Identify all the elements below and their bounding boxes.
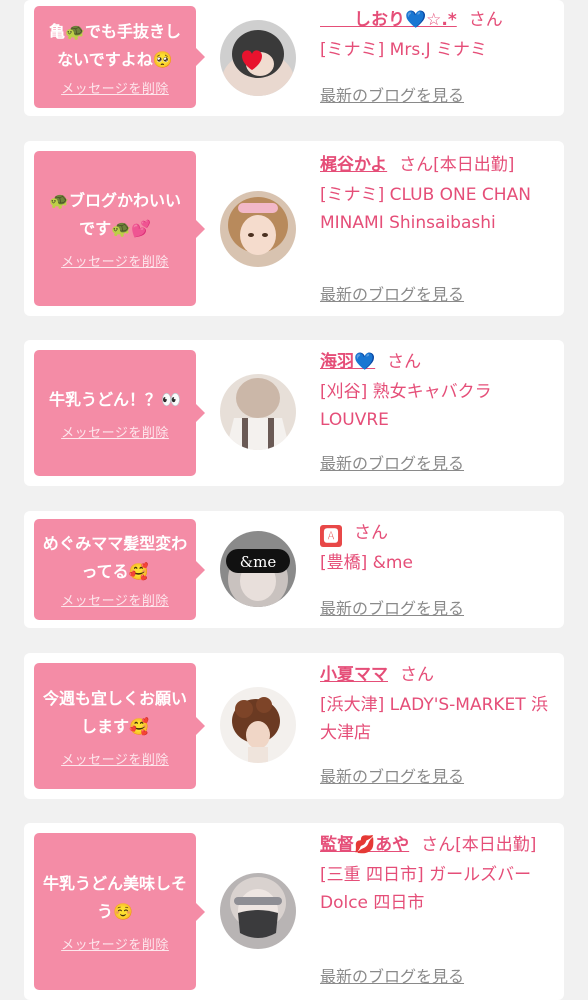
latest-blog-link[interactable]: 最新のブログを見る bbox=[320, 450, 464, 474]
name-suffix: さん bbox=[468, 10, 503, 30]
avatar[interactable] bbox=[220, 374, 296, 450]
name-suffix: さん[本日出勤] bbox=[399, 155, 515, 175]
delete-message-link[interactable]: メッセージを削除 bbox=[61, 78, 169, 97]
shop-name: [ミナミ] CLUB ONE CHAN MINAMI Shinsaibashi bbox=[320, 185, 531, 233]
shop-name: [三重 四日市] ガールズバー Dolce 四日市 bbox=[320, 865, 532, 913]
profile-info: しおり💙☆.* さん [ミナミ] Mrs.J ミナミ bbox=[320, 6, 556, 64]
shop-name: [ミナミ] Mrs.J ミナミ bbox=[320, 40, 488, 60]
message-text: 牛乳うどん！？👀 bbox=[49, 389, 181, 409]
profile-info: 小夏ママ さん [浜大津] LADY'S-MARKET 浜大津店 bbox=[320, 661, 556, 747]
avatar[interactable] bbox=[220, 687, 296, 763]
message-bubble: 亀🐢でも手抜きしないですよね🥺 メッセージを削除 bbox=[34, 6, 205, 108]
latest-blog-link[interactable]: 最新のブログを見る bbox=[320, 963, 464, 987]
profile-info: 海羽💙 さん [刈谷] 熟女キャバクラ LOUVRE bbox=[320, 348, 556, 434]
avatar[interactable] bbox=[220, 191, 296, 267]
message-bubble: 今週も宜しくお願いします🥰 メッセージを削除 bbox=[34, 663, 205, 789]
delete-message-link[interactable]: メッセージを削除 bbox=[61, 749, 169, 768]
avatar[interactable] bbox=[220, 873, 296, 949]
latest-blog-link[interactable]: 最新のブログを見る bbox=[320, 595, 464, 619]
message-text: めぐみママ髪型変わってる🥰 bbox=[42, 534, 188, 581]
message-card: 🐢ブログかわいいです🐢💕 メッセージを削除 梶谷かよ さん[本日出勤] [ミナミ]… bbox=[24, 141, 564, 316]
message-card: 牛乳うどん美味しそう☺️ メッセージを削除 監督💋あや さん[本日出勤] [三重 … bbox=[24, 823, 564, 1000]
svg-text:&me: &me bbox=[240, 553, 277, 571]
delete-message-link[interactable]: メッセージを削除 bbox=[61, 934, 169, 953]
latest-blog-link[interactable]: 最新のブログを見る bbox=[320, 82, 464, 106]
message-text: 亀🐢でも手抜きしないですよね🥺 bbox=[49, 21, 181, 69]
profile-info: 梶谷かよ さん[本日出勤] [ミナミ] CLUB ONE CHAN MINAMI … bbox=[320, 151, 556, 237]
profile-name-link[interactable]: しおり💙☆.* bbox=[320, 10, 457, 30]
profile-name-link[interactable]: 小夏ママ bbox=[320, 665, 388, 685]
message-text: 今週も宜しくお願いします🥰 bbox=[42, 688, 187, 736]
shop-name: [浜大津] LADY'S-MARKET 浜大津店 bbox=[320, 695, 549, 743]
name-suffix: さん bbox=[354, 523, 388, 543]
profile-info: 🅰 さん [豊橋] &me bbox=[320, 519, 556, 577]
delete-message-link[interactable]: メッセージを削除 bbox=[61, 590, 169, 609]
latest-blog-link[interactable]: 最新のブログを見る bbox=[320, 763, 464, 787]
avatar[interactable] bbox=[220, 20, 296, 96]
profile-name-link[interactable]: 🅰 bbox=[320, 525, 342, 547]
profile-info: 監督💋あや さん[本日出勤] [三重 四日市] ガールズバー Dolce 四日市 bbox=[320, 831, 556, 917]
name-suffix: さん bbox=[387, 352, 422, 372]
delete-message-link[interactable]: メッセージを削除 bbox=[61, 422, 169, 441]
profile-name-link[interactable]: 梶谷かよ bbox=[320, 155, 387, 175]
shop-name: [豊橋] &me bbox=[320, 553, 413, 573]
message-text: 🐢ブログかわいいです🐢💕 bbox=[49, 191, 181, 238]
message-bubble: めぐみママ髪型変わってる🥰 メッセージを削除 bbox=[34, 519, 205, 620]
message-bubble: 🐢ブログかわいいです🐢💕 メッセージを削除 bbox=[34, 151, 205, 306]
name-suffix: さん[本日出勤] bbox=[421, 835, 537, 855]
shop-name: [刈谷] 熟女キャバクラ LOUVRE bbox=[320, 382, 492, 430]
avatar[interactable]: &me bbox=[220, 531, 296, 607]
message-bubble: 牛乳うどん！？👀 メッセージを削除 bbox=[34, 350, 205, 476]
message-text: 牛乳うどん美味しそう☺️ bbox=[42, 874, 187, 921]
profile-name-link[interactable]: 海羽💙 bbox=[320, 352, 375, 372]
latest-blog-link[interactable]: 最新のブログを見る bbox=[320, 281, 464, 305]
message-card: 亀🐢でも手抜きしないですよね🥺 メッセージを削除 しおり💙☆.* さん [ミナミ]… bbox=[24, 0, 564, 116]
profile-name-link[interactable]: 監督💋あや bbox=[320, 835, 409, 855]
message-card: 今週も宜しくお願いします🥰 メッセージを削除 小夏ママ さん [浜大津] LADY… bbox=[24, 653, 564, 799]
message-card: めぐみママ髪型変わってる🥰 メッセージを削除 &me 🅰 さん [豊橋] &me … bbox=[24, 511, 564, 628]
message-bubble: 牛乳うどん美味しそう☺️ メッセージを削除 bbox=[34, 833, 205, 990]
delete-message-link[interactable]: メッセージを削除 bbox=[61, 251, 169, 270]
name-suffix: さん bbox=[400, 665, 434, 685]
message-card: 牛乳うどん！？👀 メッセージを削除 海羽💙 さん [刈谷] 熟女キャバクラ LOU… bbox=[24, 340, 564, 486]
